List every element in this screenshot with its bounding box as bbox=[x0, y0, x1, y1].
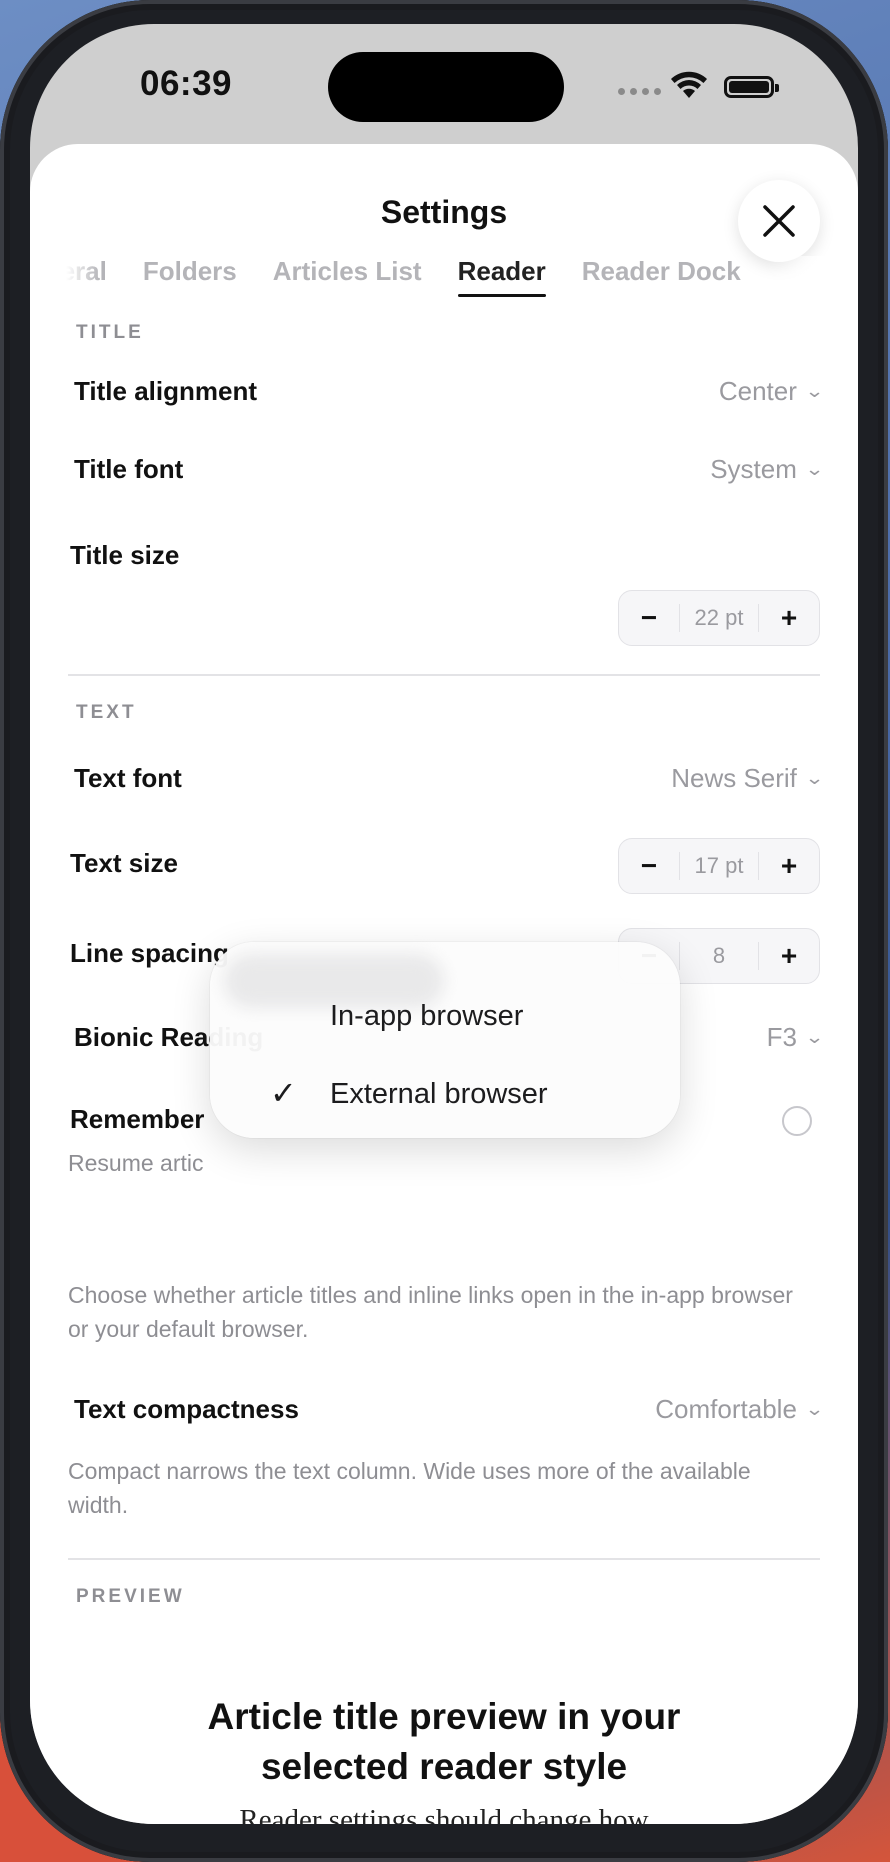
tab-general[interactable]: General bbox=[66, 256, 107, 297]
text-size-label: Text size bbox=[70, 848, 178, 878]
divider bbox=[68, 674, 820, 676]
title-size-label: Title size bbox=[70, 540, 180, 570]
title-size-value: 22 pt bbox=[679, 604, 759, 632]
line-spacing-value: 8 bbox=[679, 942, 759, 970]
checkmark-icon: ✓ bbox=[270, 1075, 297, 1111]
tab-folders[interactable]: Folders bbox=[143, 256, 237, 297]
text-compactness-description: Compact narrows the text column. Wide us… bbox=[68, 1458, 751, 1518]
screen: 06:39 Settings General Folders bbox=[30, 24, 858, 1824]
menu-item-external-browser[interactable]: External browser bbox=[330, 1078, 548, 1111]
remember-position-description: Resume artic bbox=[68, 1150, 204, 1176]
text-font-value: News Serif bbox=[671, 763, 797, 793]
chevron-down-icon: ⌄ bbox=[804, 459, 825, 479]
title-alignment-picker[interactable]: Center ⌄ bbox=[718, 376, 825, 407]
title-alignment-label: Title alignment bbox=[74, 376, 257, 406]
chevron-down-icon: ⌄ bbox=[804, 768, 825, 788]
remember-position-label: Remember bbox=[70, 1104, 205, 1134]
tab-reader[interactable]: Reader bbox=[457, 256, 546, 297]
phone-frame: 06:39 Settings General Folders bbox=[0, 0, 888, 1862]
section-text-label: TEXT bbox=[76, 702, 137, 723]
text-font-label: Text font bbox=[74, 763, 182, 793]
title-size-stepper: − 22 pt + bbox=[618, 590, 820, 646]
title-font-value: System bbox=[710, 454, 797, 484]
status-time: 06:39 bbox=[140, 64, 233, 103]
bionic-reading-picker[interactable]: F3 ⌄ bbox=[766, 1022, 825, 1053]
preview-title-line-1: Article title preview in your bbox=[207, 1696, 681, 1737]
browser-description: Choose whether article titles and inline… bbox=[68, 1282, 793, 1342]
bionic-reading-value: F3 bbox=[766, 1022, 797, 1052]
chevron-down-icon: ⌄ bbox=[804, 1027, 825, 1047]
title-alignment-value: Center bbox=[718, 376, 797, 406]
tab-articles-list[interactable]: Articles List bbox=[273, 256, 422, 297]
close-button[interactable] bbox=[738, 180, 820, 262]
preview-article-body: Reader settings should change how bbox=[239, 1804, 649, 1824]
settings-tabs: General Folders Articles List Reader Rea… bbox=[66, 256, 826, 306]
preview-article-title: Article title preview in your selected r… bbox=[30, 1692, 858, 1792]
wifi-icon bbox=[671, 71, 707, 98]
line-spacing-label: Line spacing bbox=[70, 938, 229, 968]
tab-reader-dock[interactable]: Reader Dock bbox=[582, 256, 741, 297]
section-preview-label: PREVIEW bbox=[76, 1586, 185, 1607]
text-compactness-value: Comfortable bbox=[655, 1394, 797, 1424]
battery-icon bbox=[724, 76, 779, 98]
text-size-increment-button[interactable]: + bbox=[759, 850, 819, 882]
browser-choice-menu: In-app browser ✓ External browser bbox=[210, 942, 680, 1138]
cellular-signal-icon bbox=[618, 88, 661, 95]
chevron-down-icon: ⌄ bbox=[804, 381, 825, 401]
sheet-title: Settings bbox=[380, 194, 508, 230]
title-size-increment-button[interactable]: + bbox=[759, 602, 819, 634]
menu-item-in-app-browser[interactable]: In-app browser bbox=[330, 1000, 523, 1033]
preview-title-line-2: selected reader style bbox=[260, 1746, 628, 1787]
line-spacing-increment-button[interactable]: + bbox=[759, 940, 819, 972]
text-compactness-label: Text compactness bbox=[74, 1394, 299, 1424]
remember-position-toggle[interactable] bbox=[782, 1106, 812, 1136]
text-size-stepper: − 17 pt + bbox=[618, 838, 820, 894]
text-font-picker[interactable]: News Serif ⌄ bbox=[671, 763, 825, 794]
title-size-decrement-button[interactable]: − bbox=[619, 602, 679, 634]
chevron-down-icon: ⌄ bbox=[804, 1399, 825, 1419]
divider bbox=[68, 1558, 820, 1560]
status-bar: 06:39 bbox=[30, 24, 858, 144]
title-font-label: Title font bbox=[74, 454, 184, 484]
dynamic-island bbox=[328, 52, 564, 122]
text-compactness-picker[interactable]: Comfortable ⌄ bbox=[655, 1394, 825, 1425]
text-size-value: 17 pt bbox=[679, 852, 759, 880]
section-title-label: TITLE bbox=[76, 322, 144, 343]
close-icon bbox=[763, 205, 795, 237]
title-font-picker[interactable]: System ⌄ bbox=[710, 454, 825, 485]
text-size-decrement-button[interactable]: − bbox=[619, 850, 679, 882]
